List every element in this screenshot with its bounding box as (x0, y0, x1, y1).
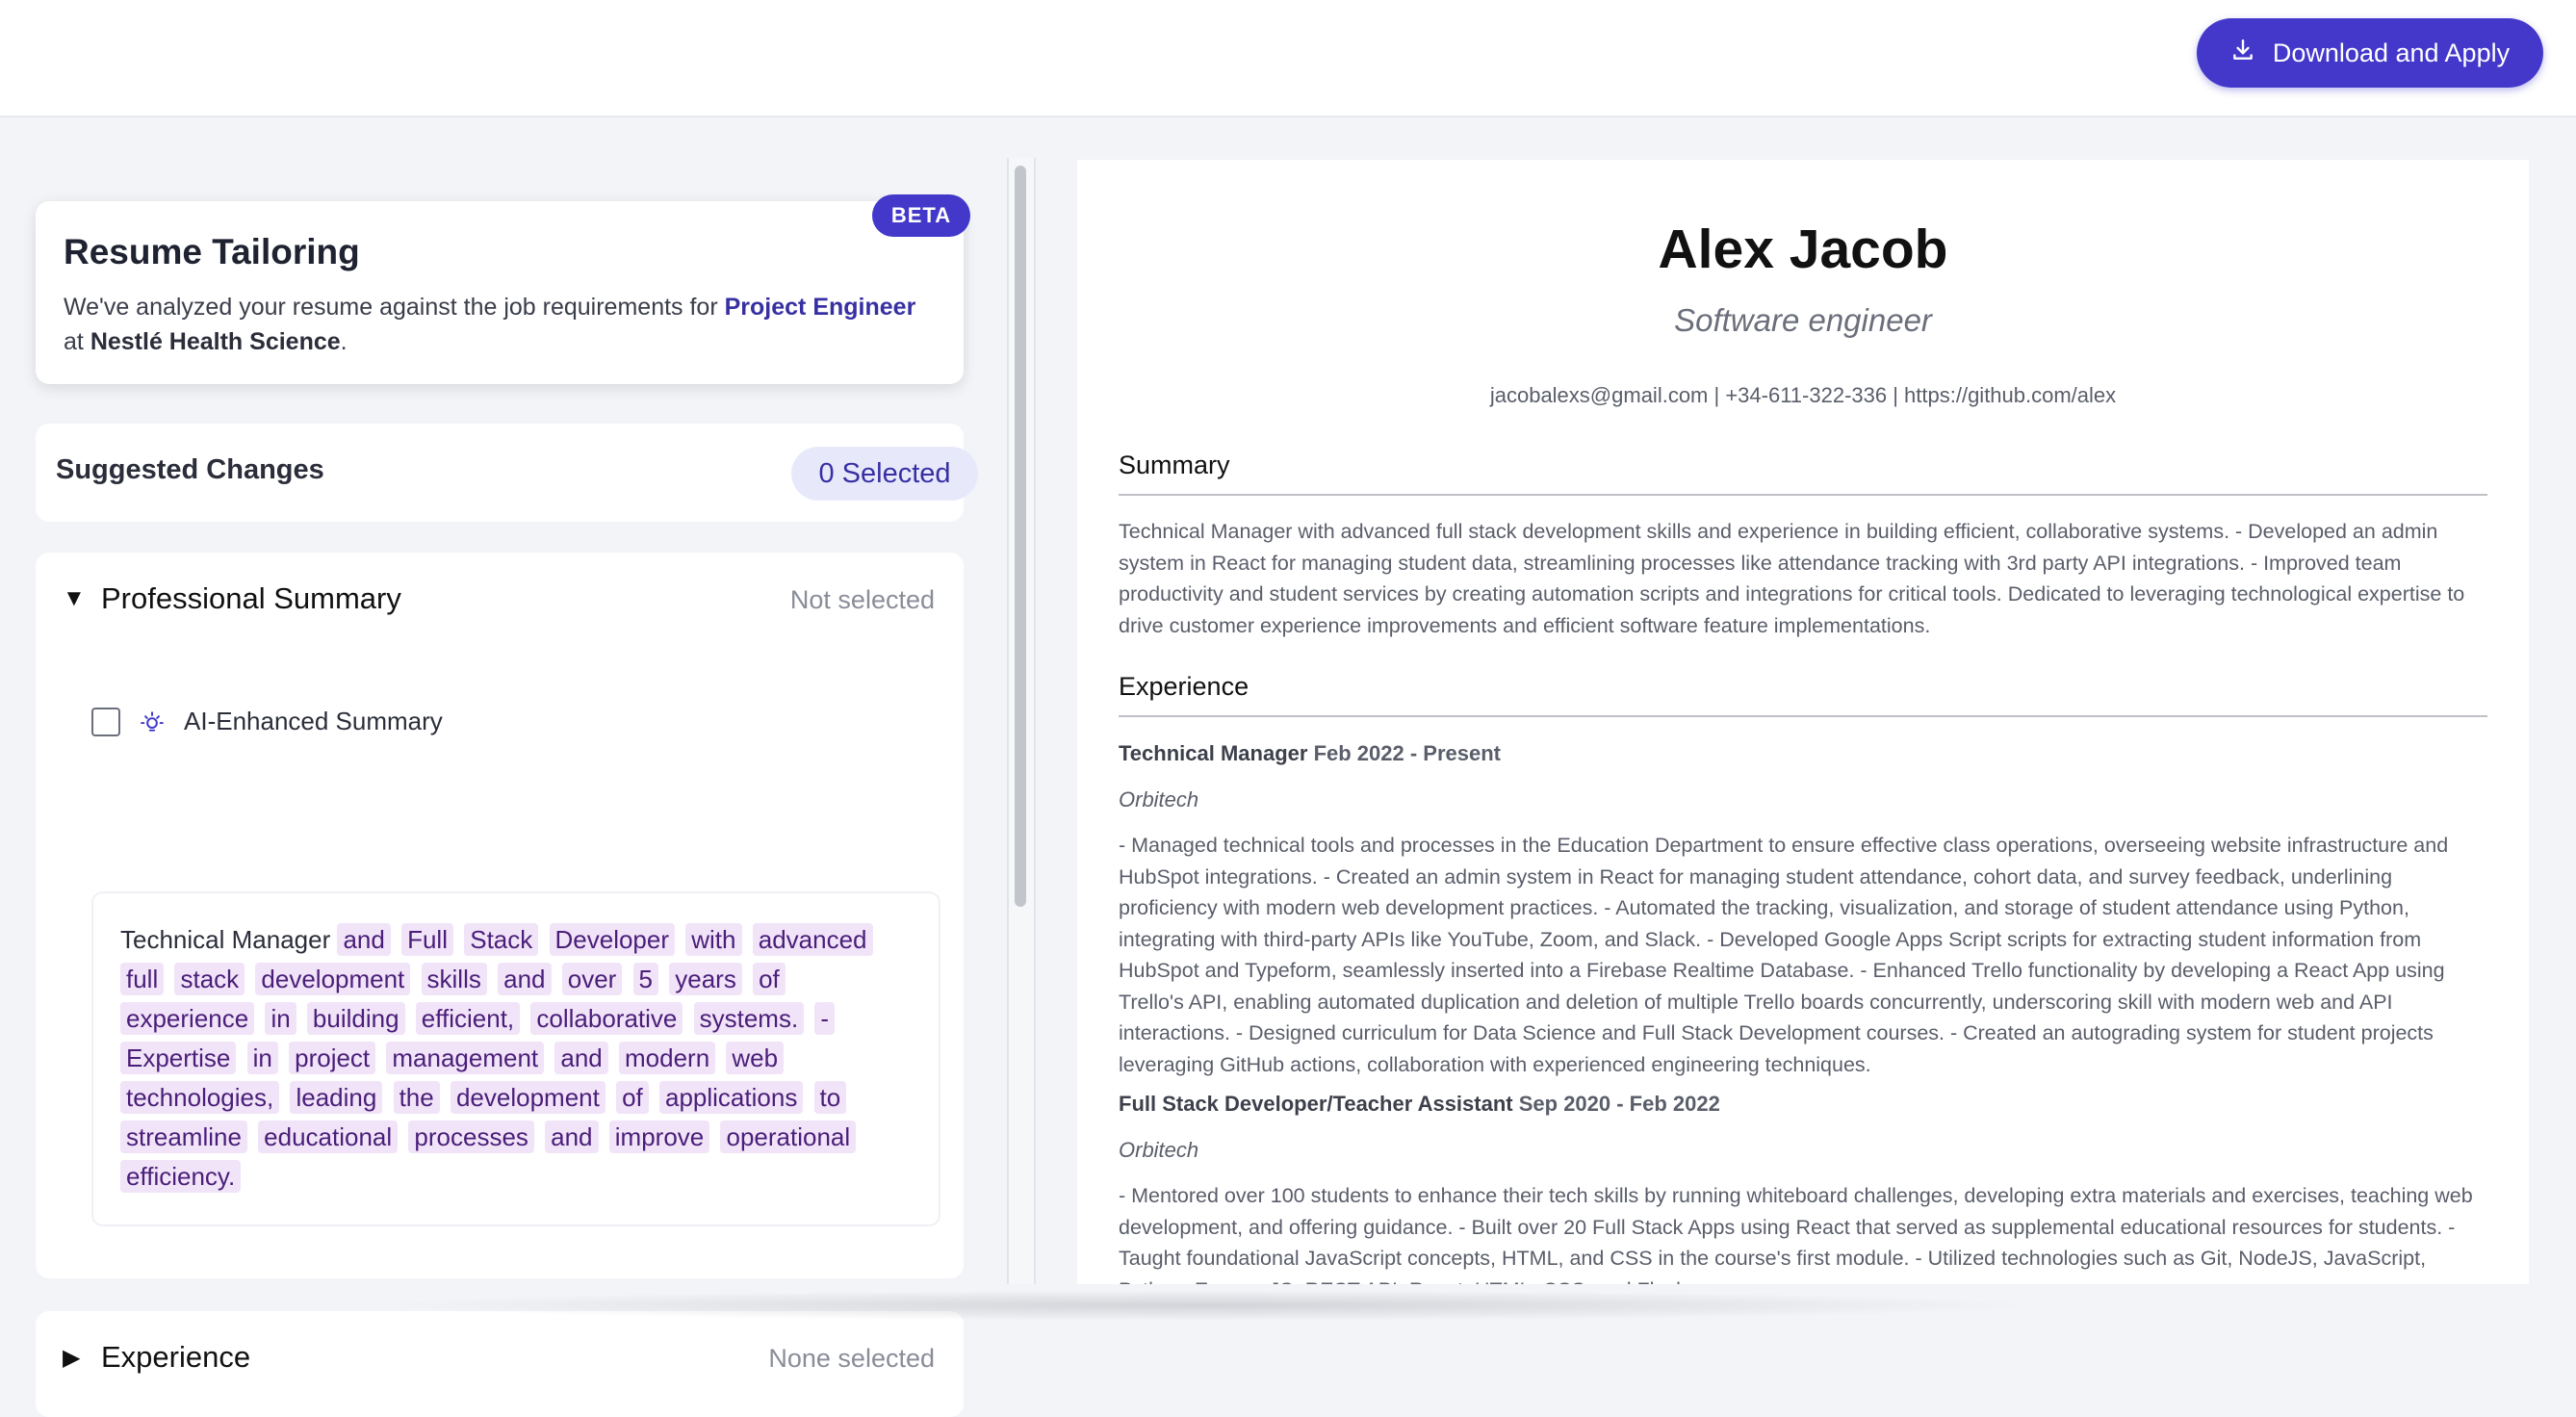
job-dates: Sep 2020 - Feb 2022 (1518, 1092, 1720, 1116)
selected-count-badge: 0 Selected (791, 447, 978, 501)
highlighted-word: in (265, 1002, 296, 1035)
highlighted-word: Developer (549, 923, 676, 956)
highlighted-word: project (289, 1042, 376, 1074)
highlighted-word: and (554, 1042, 608, 1074)
ai-enhanced-summary-option: AI-Enhanced Summary (91, 707, 443, 736)
resume-name: Alex Jacob (1658, 219, 1948, 280)
suggested-changes-title: Suggested Changes (56, 454, 324, 485)
highlighted-word: Full (401, 923, 453, 956)
triangle-right-icon: ▶ (63, 1344, 81, 1371)
highlighted-word: full (120, 963, 165, 995)
highlighted-word: development (450, 1081, 605, 1114)
resume-contact: jacobalexs@gmail.com | +34-611-322-336 |… (1489, 383, 2117, 407)
company-name: Nestlé Health Science (90, 328, 341, 355)
highlighted-word: skills (421, 963, 487, 995)
highlighted-word: development (255, 963, 411, 995)
summary-heading: Summary (1119, 451, 2487, 496)
ai-summary-checkbox[interactable] (91, 707, 120, 736)
highlighted-word: building (306, 1002, 405, 1035)
highlighted-word: and (498, 963, 552, 995)
highlighted-word: and (337, 923, 391, 956)
professional-summary-title: Professional Summary (101, 581, 401, 615)
professional-summary-status: Not selected (789, 585, 935, 614)
highlighted-word: stack (174, 963, 245, 995)
highlighted-word: experience (120, 1002, 255, 1035)
job-role: Project Engineer (724, 294, 916, 321)
top-bar: Download and Apply (0, 0, 2576, 117)
tailoring-period: . (340, 328, 348, 355)
tailoring-description: We've analyzed your resume against the j… (64, 290, 949, 359)
highlighted-word: Expertise (120, 1042, 237, 1074)
download-icon (2230, 38, 2255, 69)
job-heading: Full Stack Developer/Teacher Assistant S… (1119, 1092, 1720, 1117)
tailoring-title: Resume Tailoring (64, 232, 360, 271)
summary-prefix: Technical Manager (120, 925, 331, 954)
experience-section: ▶ Experience None selected (36, 1311, 964, 1417)
highlighted-word: Stack (464, 923, 539, 956)
highlighted-word: technologies, (120, 1081, 280, 1114)
experience-toggle[interactable]: ▶ Experience (63, 1340, 250, 1375)
resume-preview: Alex Jacob Software engineer jacobalexs@… (1077, 160, 2529, 1284)
highlighted-word: leading (290, 1081, 383, 1114)
download-and-apply-button[interactable]: Download and Apply (2197, 18, 2543, 88)
job-company: Orbitech (1119, 1138, 1199, 1162)
highlighted-word: applications (659, 1081, 804, 1114)
highlighted-word: with (685, 923, 742, 956)
highlighted-word: educational (258, 1121, 399, 1153)
job-description: - Managed technical tools and processes … (1119, 834, 2449, 1076)
highlighted-word: collaborative (530, 1002, 683, 1035)
professional-summary-section: ▼ Professional Summary Not selected AI-E… (36, 553, 964, 1278)
highlighted-word: processes (408, 1121, 534, 1153)
download-label: Download and Apply (2272, 38, 2511, 67)
ai-summary-preview: Technical Manager and Full Stack Develop… (91, 891, 940, 1226)
experience-title: Experience (101, 1340, 251, 1374)
tailoring-at: at (64, 328, 84, 355)
highlighted-word: web (726, 1042, 785, 1074)
highlighted-word: to (813, 1081, 847, 1114)
highlighted-word: years (669, 963, 742, 995)
highlighted-word: of (616, 1081, 649, 1114)
triangle-down-icon: ▼ (63, 585, 86, 611)
resume-title: Software engineer (1674, 302, 1932, 338)
job-heading: Technical Manager Feb 2022 - Present (1119, 741, 1501, 766)
highlighted-word: operational (720, 1121, 857, 1153)
highlighted-word: efficient, (415, 1002, 521, 1035)
highlighted-word: - (814, 1002, 836, 1035)
suggested-changes-card: Suggested Changes 0 Selected (36, 424, 978, 522)
job-description: - Mentored over 100 students to enhance … (1119, 1184, 2473, 1284)
professional-summary-toggle[interactable]: ▼ Professional Summary (63, 581, 401, 616)
tailoring-panel: BETA Resume Tailoring We've analyzed you… (0, 117, 1007, 1417)
job-title: Full Stack Developer/Teacher Assistant (1119, 1092, 1513, 1116)
lightbulb-icon (140, 709, 165, 734)
highlighted-word: 5 (632, 963, 659, 995)
experience-status: None selected (768, 1344, 935, 1373)
job-company: Orbitech (1119, 787, 1199, 812)
highlighted-word: improve (608, 1121, 710, 1153)
summary-text: Technical Manager with advanced full sta… (1119, 520, 2465, 637)
experience-heading: Experience (1119, 672, 2487, 717)
highlighted-word: over (561, 963, 623, 995)
highlighted-word: of (753, 963, 786, 995)
job-dates: Feb 2022 - Present (1313, 741, 1501, 765)
highlighted-word: and (545, 1121, 599, 1153)
highlighted-word: modern (619, 1042, 716, 1074)
highlighted-word: systems. (693, 1002, 805, 1035)
tailoring-intro: We've analyzed your resume against the j… (64, 294, 718, 321)
scrollbar-thumb[interactable] (1015, 166, 1026, 907)
bottom-shadow (366, 1290, 2041, 1321)
ai-summary-label: AI-Enhanced Summary (184, 707, 443, 735)
highlighted-word: management (386, 1042, 545, 1074)
highlighted-word: the (393, 1081, 440, 1114)
highlighted-word: advanced (752, 923, 873, 956)
job-title: Technical Manager (1119, 741, 1308, 765)
highlighted-word: streamline (120, 1121, 247, 1153)
resume-tailoring-card: BETA Resume Tailoring We've analyzed you… (36, 194, 970, 384)
beta-badge: BETA (872, 194, 970, 237)
highlighted-word: in (246, 1042, 278, 1074)
highlighted-word: efficiency. (120, 1160, 242, 1193)
highlighted-words: and Full Stack Developer with advanced f… (120, 923, 877, 1193)
